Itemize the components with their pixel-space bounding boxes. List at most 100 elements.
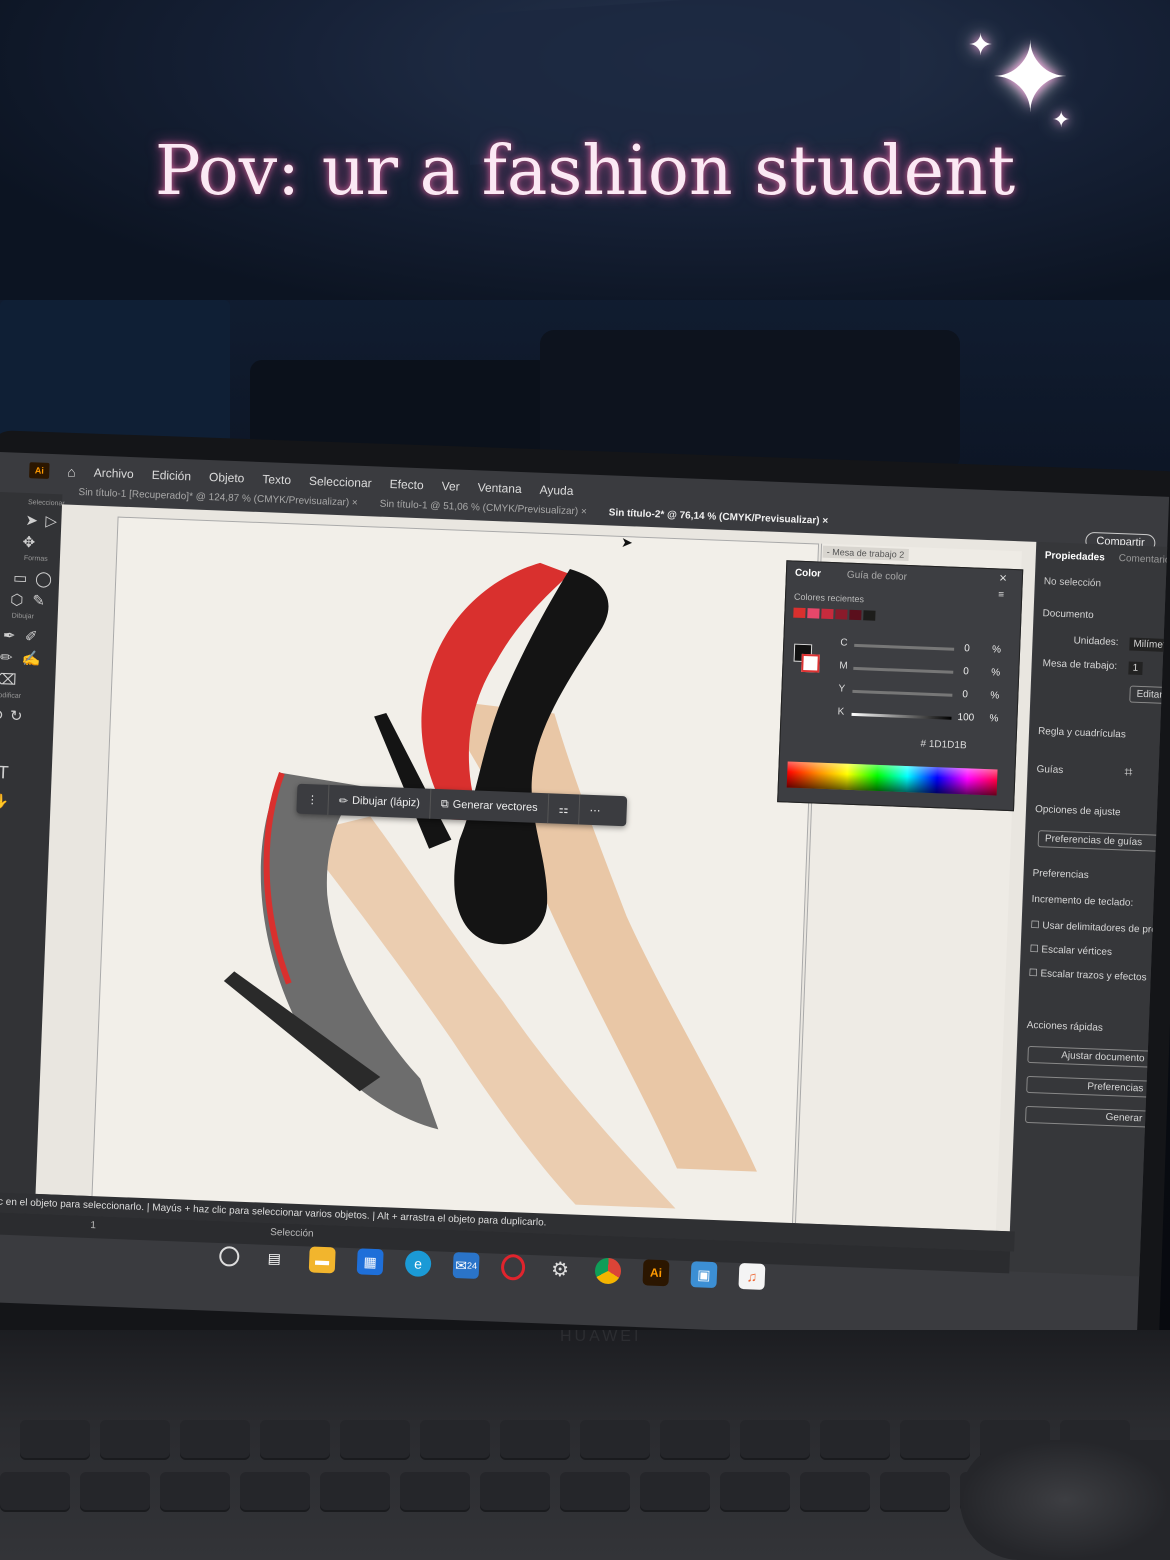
recent-swatch[interactable] — [793, 607, 806, 619]
menu-ver[interactable]: Ver — [441, 479, 460, 494]
reflect-tool-icon[interactable]: ↻ — [10, 707, 23, 725]
context-options-icon[interactable]: ⚏ — [548, 793, 581, 825]
edge-browser-icon[interactable]: e — [404, 1250, 432, 1278]
generate-button[interactable]: Generar — [1025, 1105, 1150, 1128]
quick-actions-title: Acciones rápidas — [1026, 1019, 1104, 1034]
checkbox-scale-corners[interactable]: ☐ Escalar vértices — [1029, 944, 1153, 960]
mail-badge: 24 — [466, 1260, 478, 1271]
channel-k-label: K — [837, 706, 845, 718]
laptop-brand-logo: HUAWEI — [560, 1328, 642, 1345]
percent-label: % — [990, 690, 1000, 702]
keyboard-key — [820, 1420, 890, 1460]
menu-archivo[interactable]: Archivo — [93, 466, 134, 482]
keyboard-key — [420, 1420, 490, 1460]
checkbox-preview-bounds[interactable]: ☐ Usar delimitadores de previsualización — [1030, 920, 1154, 936]
preferences-button[interactable]: Preferencias — [1026, 1075, 1151, 1098]
units-select[interactable]: Milímetros — [1129, 637, 1170, 653]
hex-value[interactable]: # 1D1D1B — [920, 739, 967, 752]
rulers-grid-label: Regla y cuadrículas — [1037, 726, 1127, 741]
photos-icon[interactable]: ▣ — [690, 1261, 718, 1289]
mail-icon[interactable]: ✉ 24 — [452, 1252, 480, 1279]
brush-tool-icon[interactable]: ✐ — [25, 627, 38, 645]
task-view-icon[interactable]: ▤ — [261, 1245, 288, 1272]
tab-comments[interactable]: Comentarios — [1119, 553, 1170, 566]
channel-y-slider[interactable] — [852, 689, 953, 697]
keyboard-key — [80, 1472, 150, 1512]
menu-texto[interactable]: Texto — [262, 472, 291, 487]
selection-tool-icon[interactable]: ➤ — [25, 511, 38, 529]
channel-m-slider[interactable] — [853, 666, 954, 674]
eraser-tool-icon[interactable]: ⌫ — [0, 670, 17, 689]
tab-color-guide[interactable]: Guía de color — [847, 570, 907, 583]
close-icon[interactable]: ✕ — [999, 573, 1008, 584]
keyboard-key — [320, 1472, 390, 1512]
search-circle-icon[interactable] — [218, 1246, 240, 1267]
draw-pencil-button[interactable]: ✏ Dibujar (lápiz) — [328, 784, 432, 819]
tab-properties[interactable]: Propiedades — [1045, 550, 1105, 563]
channel-c-value[interactable]: 0 — [964, 643, 970, 654]
leg-illustration — [434, 698, 757, 1172]
drag-handle-icon[interactable]: ⋮ — [296, 783, 330, 815]
menu-edicion[interactable]: Edición — [151, 468, 191, 484]
menu-objeto[interactable]: Objeto — [209, 470, 245, 485]
generate-icon: ⧉ — [440, 797, 449, 810]
keyboard-key — [260, 1420, 330, 1460]
guide-preferences-button[interactable]: Preferencias de guías — [1037, 830, 1163, 852]
store-icon[interactable]: ▦ — [356, 1248, 384, 1276]
menu-ventana[interactable]: Ventana — [477, 480, 522, 496]
settings-gear-icon[interactable]: ⚙ — [547, 1256, 574, 1283]
chrome-browser-icon[interactable] — [594, 1257, 622, 1285]
channel-k-slider[interactable] — [851, 712, 952, 720]
lasso-tool-icon[interactable]: ✥ — [22, 533, 35, 551]
channel-c-slider[interactable] — [854, 643, 955, 651]
keyboard-key — [340, 1420, 410, 1460]
bus-seat — [540, 330, 960, 470]
fit-document-button[interactable]: Ajustar documento — [1027, 1045, 1152, 1068]
blob-brush-tool-icon[interactable]: ✍ — [22, 649, 41, 668]
illustrator-taskbar-icon[interactable]: Ai — [642, 1259, 670, 1287]
shaper-tool-icon[interactable]: ✎ — [32, 591, 45, 609]
file-explorer-icon[interactable]: ▬ — [308, 1246, 336, 1274]
opera-browser-icon[interactable] — [500, 1253, 526, 1281]
generate-vectors-button[interactable]: ⧉ Generar vectores — [430, 788, 550, 824]
artboard-select-label: Mesa de trabajo: — [1042, 658, 1118, 673]
direct-selection-tool-icon[interactable]: ▷ — [45, 512, 57, 530]
channel-y-value[interactable]: 0 — [962, 689, 968, 700]
menu-ayuda[interactable]: Ayuda — [539, 483, 573, 498]
channel-y-label: Y — [838, 683, 846, 695]
channel-m-value[interactable]: 0 — [963, 666, 969, 677]
more-options-icon[interactable]: ⋯ — [579, 795, 611, 826]
ellipse-tool-icon[interactable]: ◯ — [35, 569, 52, 588]
recent-swatch[interactable] — [835, 609, 848, 620]
polygon-tool-icon[interactable]: ⬡ — [10, 591, 24, 609]
pen-tool-icon[interactable]: ✒ — [3, 626, 16, 644]
video-caption: Pov: ur a fashion student — [154, 132, 1016, 211]
rectangle-tool-icon[interactable]: ▭ — [13, 569, 28, 588]
artboard-page-field[interactable]: 1 — [90, 1220, 96, 1231]
recent-swatch[interactable] — [821, 608, 834, 620]
home-icon[interactable]: ⌂ — [67, 464, 76, 480]
shoe-illustration[interactable] — [115, 507, 841, 1233]
tab-color[interactable]: Color — [795, 568, 822, 580]
music-icon[interactable]: ♫ — [738, 1262, 766, 1290]
rotate-tool-icon[interactable]: ⟲ — [0, 706, 3, 724]
menu-seleccionar[interactable]: Seleccionar — [309, 474, 372, 490]
artboard-select[interactable]: 1 — [1128, 661, 1143, 675]
laptop-screen: Ai ⌂ Archivo Edición Objeto Texto Selecc… — [0, 452, 1170, 1347]
hand-tool-icon[interactable]: ✋ — [0, 792, 10, 811]
menu-efecto[interactable]: Efecto — [389, 477, 424, 492]
channel-k-value[interactable]: 100 — [957, 712, 974, 724]
recent-swatch[interactable] — [849, 609, 862, 621]
panel-menu-icon[interactable]: ≡ — [998, 589, 1004, 600]
tool-group-label: Dibujar — [11, 612, 35, 621]
checkbox-label: Usar delimitadores de previsualización — [1042, 920, 1155, 936]
checkbox-scale-strokes[interactable]: ☐ Escalar trazos y efectos — [1029, 968, 1153, 984]
type-tool-icon[interactable]: T — [0, 762, 9, 783]
guides-icon[interactable]: ⌗ — [1124, 763, 1132, 780]
checkbox-label: Escalar trazos y efectos — [1040, 968, 1147, 984]
stroke-color-swatch[interactable] — [801, 653, 820, 673]
recent-swatch[interactable] — [807, 608, 820, 619]
keyboard-key — [180, 1420, 250, 1460]
pencil-tool-icon[interactable]: ✏ — [0, 648, 13, 666]
recent-swatch[interactable] — [863, 610, 876, 621]
